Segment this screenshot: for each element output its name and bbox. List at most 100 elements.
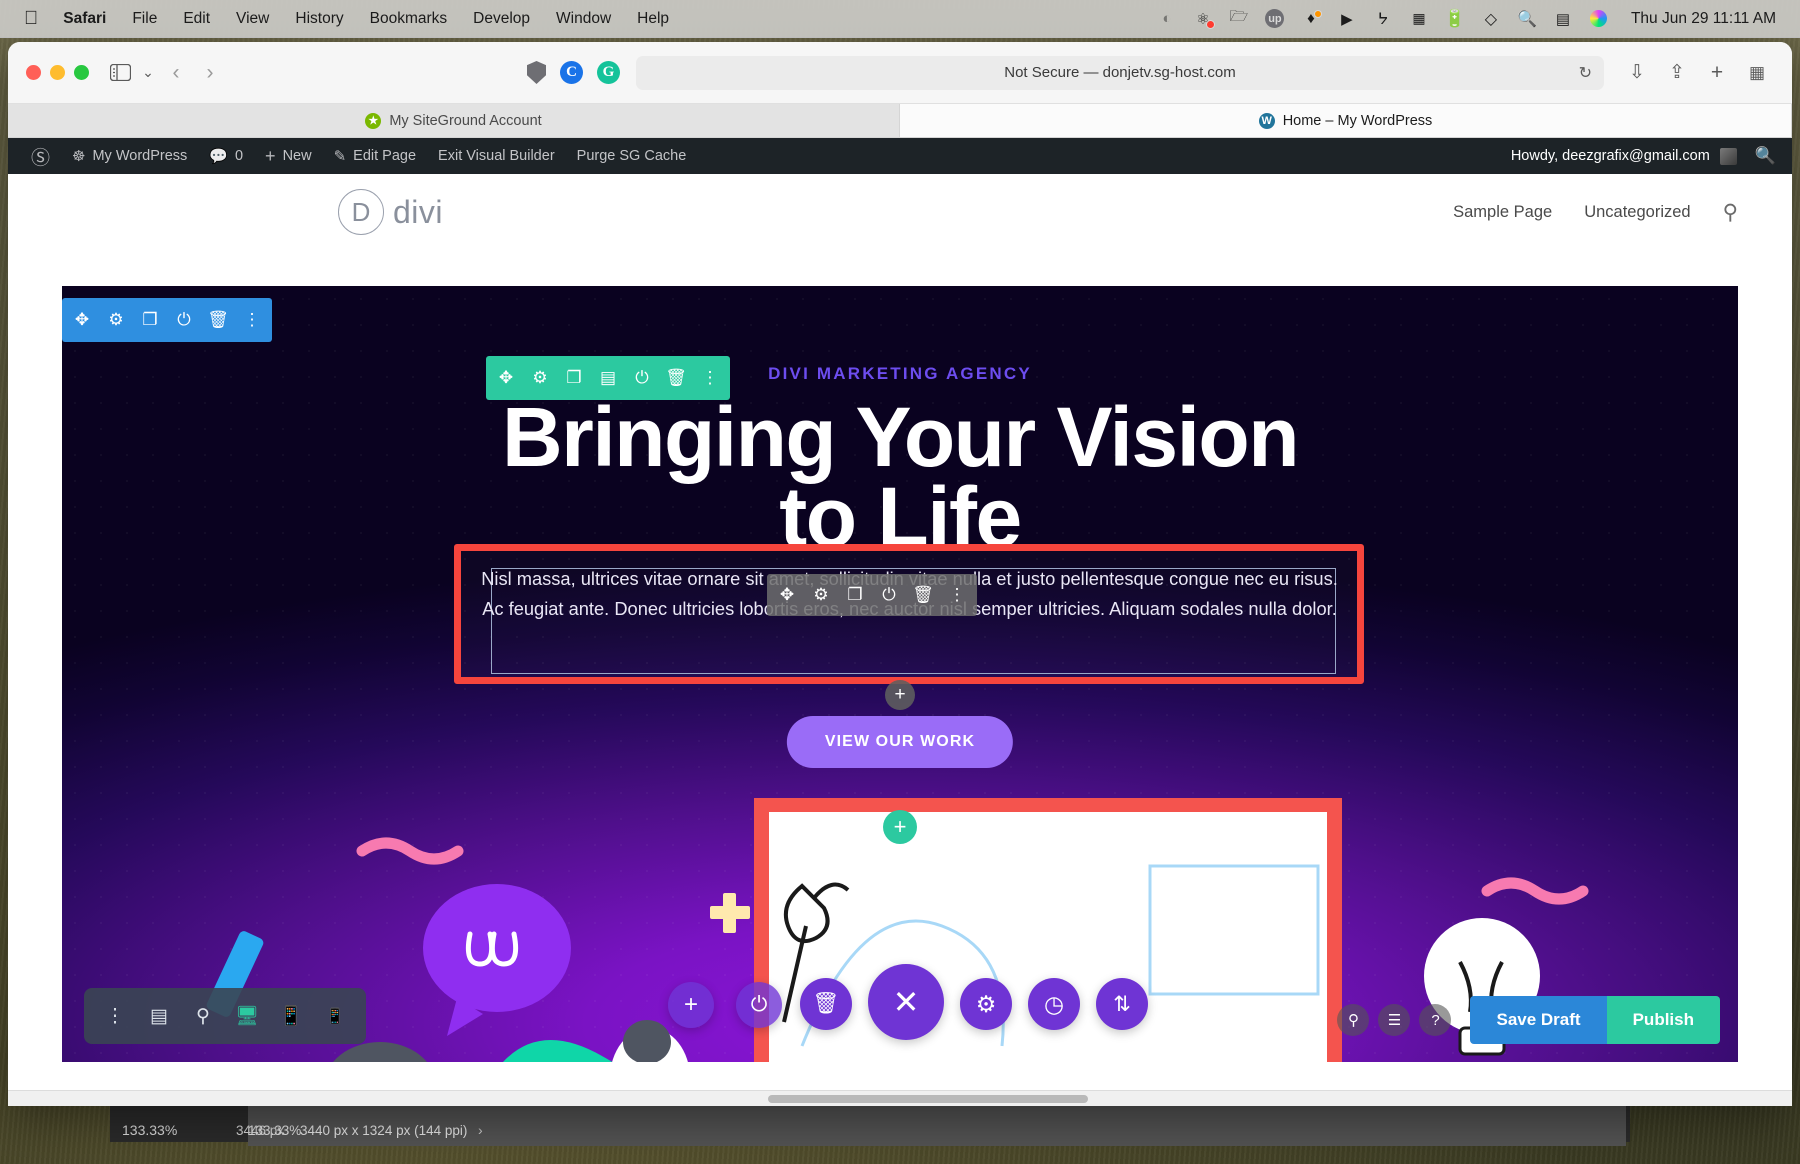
sort-button[interactable]: ⇅ xyxy=(1096,978,1148,1030)
trash-icon[interactable]: 🗑 xyxy=(202,298,234,342)
search-icon[interactable]: 🔍 xyxy=(1755,146,1776,166)
settings-button[interactable]: ⚙ xyxy=(960,978,1012,1030)
menu-bookmarks[interactable]: Bookmarks xyxy=(357,0,461,38)
row-toolbar[interactable]: ✥ ⚙ ❐ ▤ ⏻ 🗑 ⋮ xyxy=(486,356,730,400)
close-window-button[interactable] xyxy=(26,65,41,80)
menu-view[interactable]: View xyxy=(223,0,282,38)
play-circle-icon[interactable]: ▶ xyxy=(1329,0,1365,38)
add-module-below-button[interactable]: + xyxy=(883,810,917,844)
chevron-right-icon[interactable]: › xyxy=(478,1122,483,1138)
add-module-button[interactable]: + xyxy=(668,982,714,1028)
nav-item-uncategorized[interactable]: Uncategorized xyxy=(1584,203,1690,222)
siri-icon[interactable] xyxy=(1581,0,1617,38)
more-options-icon[interactable]: ⋮ xyxy=(694,356,726,400)
menu-safari[interactable]: Safari xyxy=(50,0,119,38)
battery-charging-icon[interactable]: 🔋 xyxy=(1437,0,1473,38)
admin-bar-new[interactable]: + New xyxy=(254,138,323,174)
close-button[interactable]: ✕ xyxy=(868,964,944,1040)
trash-icon[interactable]: 🗑 xyxy=(660,356,692,400)
trash-icon[interactable]: 🗑 xyxy=(907,573,939,617)
columns-icon[interactable]: ▤ xyxy=(592,356,624,400)
history-button[interactable]: ◷ xyxy=(1028,978,1080,1030)
page-horizontal-scrollbar[interactable] xyxy=(8,1090,1792,1106)
upwork-icon[interactable]: up xyxy=(1257,0,1293,38)
duplicate-icon[interactable]: ❐ xyxy=(134,298,166,342)
menu-window[interactable]: Window xyxy=(543,0,624,38)
tab-overview-icon[interactable]: ▦ xyxy=(1740,58,1774,88)
tab-siteground[interactable]: ★ My SiteGround Account xyxy=(8,104,900,137)
hero-section[interactable]: DIVI MARKETING AGENCY Bringing Your Visi… xyxy=(62,286,1738,1062)
help-icon[interactable]: ? xyxy=(1419,1004,1452,1036)
chevron-down-icon[interactable]: ⌄ xyxy=(137,58,159,88)
grammarly-icon[interactable]: G xyxy=(597,61,620,84)
new-tab-icon[interactable]: + xyxy=(1700,58,1734,88)
tablet-view-icon[interactable]: 📱 xyxy=(270,988,312,1044)
calculator-icon[interactable]: ▦ xyxy=(1401,0,1437,38)
admin-bar-exit-visual-builder[interactable]: Exit Visual Builder xyxy=(427,138,566,174)
settings-gear-icon[interactable]: ⚙ xyxy=(100,298,132,342)
divi-bottom-toolbar[interactable]: ⋮ ▤ ⚲ 🖥 📱 📱 xyxy=(84,988,366,1044)
nordvpn-icon[interactable]: ♦ xyxy=(1293,0,1329,38)
wireframe-view-icon[interactable]: ▤ xyxy=(138,988,180,1044)
desktop-view-icon[interactable]: 🖥 xyxy=(226,988,268,1044)
folder-icon[interactable]: 🗁 xyxy=(1221,0,1257,38)
address-bar[interactable]: Not Secure — donjetv.sg-host.com ↻ xyxy=(636,55,1604,90)
downloads-icon[interactable]: ⇩ xyxy=(1620,58,1654,88)
reload-icon[interactable]: ↻ xyxy=(1579,63,1592,83)
disable-icon[interactable]: ⏻ xyxy=(626,356,658,400)
menu-file[interactable]: File xyxy=(119,0,170,38)
admin-bar-edit-page[interactable]: ✎ Edit Page xyxy=(323,138,427,174)
screen-recording-icon[interactable]: ◐ xyxy=(1149,0,1185,38)
shield-icon[interactable] xyxy=(527,61,546,84)
menu-history[interactable]: History xyxy=(282,0,356,38)
search-icon[interactable]: ⚲ xyxy=(1723,200,1738,225)
zoom-out-view-icon[interactable]: ⚲ xyxy=(182,988,224,1044)
share-icon[interactable]: ⇪ xyxy=(1660,58,1694,88)
admin-bar-comments[interactable]: 💬 0 xyxy=(198,138,254,174)
back-button[interactable]: ‹ xyxy=(159,58,193,88)
control-center-icon[interactable]: ▤ xyxy=(1545,0,1581,38)
cookie-consent-icon[interactable]: C xyxy=(560,61,583,84)
disable-button[interactable]: ⏻ xyxy=(736,982,782,1028)
duplicate-icon[interactable]: ❐ xyxy=(558,356,590,400)
wp-logo-menu[interactable]: Ⓢ xyxy=(20,138,61,174)
disable-icon[interactable]: ⏻ xyxy=(873,573,905,617)
admin-bar-purge-cache[interactable]: Purge SG Cache xyxy=(566,138,698,174)
layers-icon[interactable]: ☰ xyxy=(1378,1004,1411,1036)
howdy-label[interactable]: Howdy, deezgrafix@gmail.com xyxy=(1511,148,1710,164)
more-options-icon[interactable]: ⋮ xyxy=(94,988,136,1044)
publish-button[interactable]: Publish xyxy=(1606,996,1720,1044)
settings-gear-icon[interactable]: ⚙ xyxy=(524,356,556,400)
duplicate-icon[interactable]: ❐ xyxy=(839,573,871,617)
search-icon[interactable]: 🔍 xyxy=(1509,0,1545,38)
save-draft-button[interactable]: Save Draft xyxy=(1470,996,1607,1044)
move-icon[interactable]: ✥ xyxy=(490,356,522,400)
menu-help[interactable]: Help xyxy=(624,0,682,38)
apple-menu-icon[interactable]:  xyxy=(14,2,50,36)
minimize-window-button[interactable] xyxy=(50,65,65,80)
divi-logo[interactable]: D divi xyxy=(338,189,443,235)
avatar[interactable] xyxy=(1719,147,1737,165)
view-our-work-button[interactable]: VIEW OUR WORK xyxy=(786,716,1014,768)
menu-develop[interactable]: Develop xyxy=(460,0,543,38)
zoom-window-button[interactable] xyxy=(74,65,89,80)
disable-icon[interactable]: ⏻ xyxy=(168,298,200,342)
wifi-icon[interactable]: ◇ xyxy=(1473,0,1509,38)
tab-wordpress[interactable]: W Home – My WordPress xyxy=(900,104,1792,137)
settings-gear-icon[interactable]: ⚙ xyxy=(805,573,837,617)
phone-view-icon[interactable]: 📱 xyxy=(314,988,356,1044)
nav-item-sample-page[interactable]: Sample Page xyxy=(1453,203,1552,222)
move-icon[interactable]: ✥ xyxy=(771,573,803,617)
add-module-inline-button[interactable]: + xyxy=(885,680,915,710)
section-toolbar[interactable]: ✥ ⚙ ❐ ⏻ 🗑 ⋮ xyxy=(62,298,272,342)
bluetooth-icon[interactable]: ᔭ xyxy=(1365,0,1401,38)
module-toolbar[interactable]: ✥ ⚙ ❐ ⏻ 🗑 ⋮ xyxy=(767,574,977,616)
scrollbar-thumb[interactable] xyxy=(768,1095,1088,1103)
cleanmymac-icon[interactable]: ⚛ xyxy=(1185,0,1221,38)
more-options-icon[interactable]: ⋮ xyxy=(236,298,268,342)
menu-edit[interactable]: Edit xyxy=(170,0,223,38)
trash-button[interactable]: 🗑 xyxy=(800,978,852,1030)
search-icon[interactable]: ⚲ xyxy=(1337,1004,1370,1036)
sidebar-toggle-icon[interactable] xyxy=(103,58,137,88)
window-traffic-lights[interactable] xyxy=(26,65,89,80)
